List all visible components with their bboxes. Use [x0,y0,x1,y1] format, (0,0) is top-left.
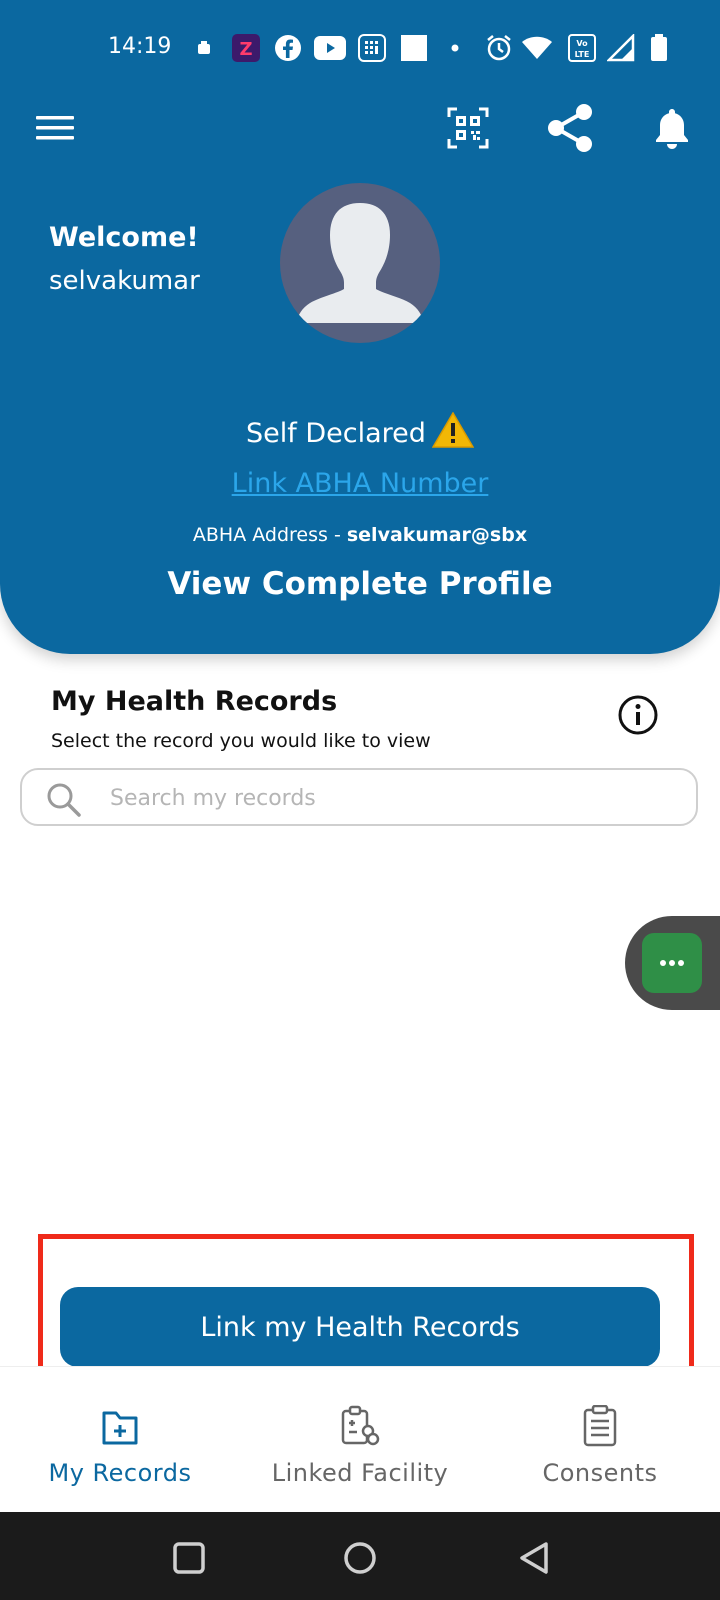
nav-item-my-records[interactable]: My Records [30,1367,210,1513]
share-icon[interactable] [542,100,598,156]
recents-square-icon[interactable] [171,1540,207,1576]
nav-item-consents[interactable]: Consents [510,1367,690,1513]
bell-icon[interactable] [644,100,700,156]
volte-icon: Vo LTE [568,34,596,62]
zomato-icon: Z [232,34,260,62]
person-silhouette-icon [296,203,424,323]
view-complete-profile-button[interactable]: View Complete Profile [0,566,720,602]
dot-icon [451,34,459,62]
records-icon [101,1405,139,1447]
linked-facility-icon [340,1405,380,1447]
warning-icon [431,411,475,455]
search-box[interactable] [20,768,698,826]
section-subtitle: Select the record you would like to view [51,730,431,752]
chat-more-icon[interactable] [642,933,702,993]
calculator-icon [358,34,386,62]
svg-text:LTE: LTE [575,50,590,59]
abha-address-value: selvakumar@sbx [346,524,528,546]
self-declared-status: Self Declared [0,411,720,455]
battery-icon [650,34,668,62]
section-title: My Health Records [51,686,338,717]
consents-clipboard-icon [583,1404,617,1447]
alarm-icon [485,34,513,62]
abha-address: ABHA Address - selvakumar@sbx [0,524,720,546]
square-icon [400,34,428,62]
nav-label-linked-facility: Linked Facility [271,1459,449,1487]
search-input[interactable] [108,778,672,818]
profile-header: 14:19 Z Vo LTE Welcome! selvakumar Self … [0,0,720,654]
system-navigation-bar [0,1512,720,1600]
home-circle-icon[interactable] [342,1540,378,1576]
username: selvakumar [49,266,200,296]
youtube-icon [314,34,346,62]
signal-icon [607,34,635,62]
status-time: 14:19 [108,34,172,59]
back-triangle-icon[interactable] [516,1540,552,1576]
search-icon [46,782,82,822]
svg-text:Z: Z [239,39,252,60]
status-bar: 14:19 Z Vo LTE [0,24,720,72]
nav-label-consents: Consents [542,1459,658,1487]
welcome-text: Welcome! [49,222,199,253]
svg-text:Vo: Vo [576,39,588,48]
bottom-navigation: My Records Linked Facility Consents [0,1366,720,1513]
info-icon[interactable] [618,695,658,735]
qr-code-icon[interactable] [440,100,496,156]
nav-item-linked-facility[interactable]: Linked Facility [250,1367,470,1513]
avatar[interactable] [280,183,440,343]
abha-address-label: ABHA Address - [192,524,347,546]
link-abha-number-link[interactable]: Link ABHA Number [0,468,720,499]
nav-label-my-records: My Records [48,1459,192,1487]
self-declared-label: Self Declared [246,418,426,449]
sim-icon [196,34,212,62]
link-health-records-button[interactable]: Link my Health Records [60,1287,660,1367]
wifi-icon [521,34,553,62]
facebook-icon [274,34,302,62]
hamburger-menu-icon[interactable] [28,100,84,156]
